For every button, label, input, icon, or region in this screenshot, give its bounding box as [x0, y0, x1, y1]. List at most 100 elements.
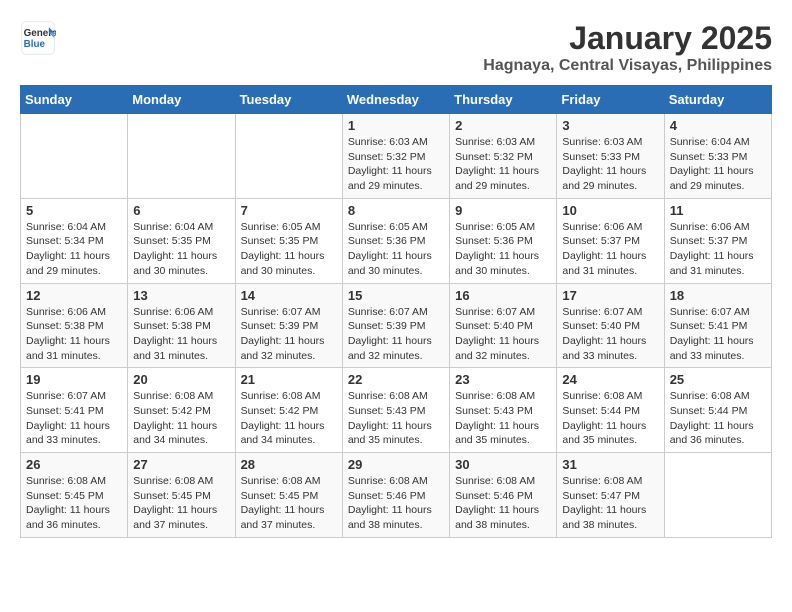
- day-number: 1: [348, 118, 444, 133]
- calendar-cell: 25Sunrise: 6:08 AMSunset: 5:44 PMDayligh…: [664, 368, 771, 453]
- day-info: Sunrise: 6:08 AMSunset: 5:47 PMDaylight:…: [562, 474, 658, 533]
- day-number: 11: [670, 203, 766, 218]
- day-info: Sunrise: 6:08 AMSunset: 5:45 PMDaylight:…: [241, 474, 337, 533]
- day-info: Sunrise: 6:03 AMSunset: 5:32 PMDaylight:…: [455, 135, 551, 194]
- calendar-cell: 2Sunrise: 6:03 AMSunset: 5:32 PMDaylight…: [450, 114, 557, 199]
- weekday-header-saturday: Saturday: [664, 86, 771, 114]
- day-info: Sunrise: 6:08 AMSunset: 5:43 PMDaylight:…: [348, 389, 444, 448]
- day-info: Sunrise: 6:08 AMSunset: 5:46 PMDaylight:…: [455, 474, 551, 533]
- day-number: 20: [133, 372, 229, 387]
- svg-text:Blue: Blue: [24, 39, 46, 50]
- day-number: 23: [455, 372, 551, 387]
- calendar-cell: 31Sunrise: 6:08 AMSunset: 5:47 PMDayligh…: [557, 453, 664, 538]
- calendar-cell: 23 Sunrise: 6:08 AMSunset: 5:43 PMDayligh…: [450, 368, 557, 453]
- calendar-table: SundayMondayTuesdayWednesdayThursdayFrid…: [20, 85, 772, 538]
- week-row-5: 26 Sunrise: 6:08 AMSunset: 5:45 PMDayligh…: [21, 453, 772, 538]
- day-number: 30: [455, 457, 551, 472]
- calendar-cell: 6 Sunrise: 6:04 AMSunset: 5:35 PMDaylight…: [128, 198, 235, 283]
- page-header: General Blue January 2025 Hagnaya, Centr…: [20, 20, 772, 75]
- calendar-cell: [21, 114, 128, 199]
- day-info: Sunrise: 6:08 AMSunset: 5:42 PMDaylight:…: [133, 389, 229, 448]
- calendar-cell: 24Sunrise: 6:08 AMSunset: 5:44 PMDayligh…: [557, 368, 664, 453]
- calendar-cell: 21Sunrise: 6:08 AMSunset: 5:42 PMDayligh…: [235, 368, 342, 453]
- day-info: Sunrise: 6:06 AMSunset: 5:38 PMDaylight:…: [26, 305, 122, 364]
- calendar-cell: [128, 114, 235, 199]
- day-number: 5: [26, 203, 122, 218]
- subtitle: Hagnaya, Central Visayas, Philippines: [483, 57, 772, 75]
- calendar-cell: 29 Sunrise: 6:08 AMSunset: 5:46 PMDayligh…: [342, 453, 449, 538]
- day-number: 10: [562, 203, 658, 218]
- calendar-cell: 10Sunrise: 6:06 AMSunset: 5:37 PMDayligh…: [557, 198, 664, 283]
- day-number: 3: [562, 118, 658, 133]
- day-info: Sunrise: 6:07 AMSunset: 5:39 PMDaylight:…: [348, 305, 444, 364]
- weekday-header-friday: Friday: [557, 86, 664, 114]
- calendar-cell: 1 Sunrise: 6:03 AMSunset: 5:32 PMDaylight…: [342, 114, 449, 199]
- weekday-header-tuesday: Tuesday: [235, 86, 342, 114]
- day-number: 19: [26, 372, 122, 387]
- calendar-cell: 14 Sunrise: 6:07 AMSunset: 5:39 PMDayligh…: [235, 283, 342, 368]
- day-info: Sunrise: 6:08 AMSunset: 5:45 PMDaylight:…: [133, 474, 229, 533]
- weekday-header-sunday: Sunday: [21, 86, 128, 114]
- week-row-4: 19 Sunrise: 6:07 AMSunset: 5:41 PMDayligh…: [21, 368, 772, 453]
- day-number: 15: [348, 288, 444, 303]
- logo: General Blue: [20, 20, 56, 56]
- day-number: 26: [26, 457, 122, 472]
- calendar-cell: 3 Sunrise: 6:03 AMSunset: 5:33 PMDaylight…: [557, 114, 664, 199]
- day-number: 16: [455, 288, 551, 303]
- day-info: Sunrise: 6:07 AMSunset: 5:40 PMDaylight:…: [455, 305, 551, 364]
- day-info: Sunrise: 6:07 AMSunset: 5:40 PMDaylight:…: [562, 305, 658, 364]
- day-info: Sunrise: 6:04 AMSunset: 5:35 PMDaylight:…: [133, 220, 229, 279]
- day-number: 28: [241, 457, 337, 472]
- week-row-1: 1 Sunrise: 6:03 AMSunset: 5:32 PMDaylight…: [21, 114, 772, 199]
- calendar-cell: 16 Sunrise: 6:07 AMSunset: 5:40 PMDayligh…: [450, 283, 557, 368]
- day-info: Sunrise: 6:08 AMSunset: 5:43 PMDaylight:…: [455, 389, 551, 448]
- day-number: 29: [348, 457, 444, 472]
- day-number: 22: [348, 372, 444, 387]
- day-number: 24: [562, 372, 658, 387]
- week-row-2: 5 Sunrise: 6:04 AMSunset: 5:34 PMDaylight…: [21, 198, 772, 283]
- weekday-header-thursday: Thursday: [450, 86, 557, 114]
- day-number: 8: [348, 203, 444, 218]
- calendar-cell: 7 Sunrise: 6:05 AMSunset: 5:35 PMDaylight…: [235, 198, 342, 283]
- calendar-cell: 22 Sunrise: 6:08 AMSunset: 5:43 PMDayligh…: [342, 368, 449, 453]
- day-number: 27: [133, 457, 229, 472]
- day-info: Sunrise: 6:05 AMSunset: 5:36 PMDaylight:…: [348, 220, 444, 279]
- weekday-header-wednesday: Wednesday: [342, 86, 449, 114]
- calendar-cell: 15 Sunrise: 6:07 AMSunset: 5:39 PMDayligh…: [342, 283, 449, 368]
- day-number: 7: [241, 203, 337, 218]
- day-number: 13: [133, 288, 229, 303]
- week-row-3: 12 Sunrise: 6:06 AMSunset: 5:38 PMDayligh…: [21, 283, 772, 368]
- calendar-cell: 20 Sunrise: 6:08 AMSunset: 5:42 PMDayligh…: [128, 368, 235, 453]
- day-info: Sunrise: 6:04 AMSunset: 5:34 PMDaylight:…: [26, 220, 122, 279]
- calendar-cell: 17 Sunrise: 6:07 AMSunset: 5:40 PMDayligh…: [557, 283, 664, 368]
- calendar-cell: 11 Sunrise: 6:06 AMSunset: 5:37 PMDayligh…: [664, 198, 771, 283]
- calendar-cell: [664, 453, 771, 538]
- day-info: Sunrise: 6:06 AMSunset: 5:37 PMDaylight:…: [670, 220, 766, 279]
- day-number: 4: [670, 118, 766, 133]
- day-number: 12: [26, 288, 122, 303]
- calendar-cell: 27 Sunrise: 6:08 AMSunset: 5:45 PMDayligh…: [128, 453, 235, 538]
- day-info: Sunrise: 6:07 AMSunset: 5:41 PMDaylight:…: [26, 389, 122, 448]
- calendar-cell: 12 Sunrise: 6:06 AMSunset: 5:38 PMDayligh…: [21, 283, 128, 368]
- calendar-cell: 8 Sunrise: 6:05 AMSunset: 5:36 PMDaylight…: [342, 198, 449, 283]
- calendar-cell: 30 Sunrise: 6:08 AMSunset: 5:46 PMDayligh…: [450, 453, 557, 538]
- day-number: 6: [133, 203, 229, 218]
- calendar-cell: 5 Sunrise: 6:04 AMSunset: 5:34 PMDaylight…: [21, 198, 128, 283]
- day-number: 17: [562, 288, 658, 303]
- day-info: Sunrise: 6:07 AMSunset: 5:39 PMDaylight:…: [241, 305, 337, 364]
- day-info: Sunrise: 6:08 AMSunset: 5:46 PMDaylight:…: [348, 474, 444, 533]
- day-info: Sunrise: 6:03 AMSunset: 5:33 PMDaylight:…: [562, 135, 658, 194]
- calendar-cell: [235, 114, 342, 199]
- calendar-cell: 18Sunrise: 6:07 AMSunset: 5:41 PMDayligh…: [664, 283, 771, 368]
- day-info: Sunrise: 6:08 AMSunset: 5:44 PMDaylight:…: [670, 389, 766, 448]
- calendar-cell: 9Sunrise: 6:05 AMSunset: 5:36 PMDaylight…: [450, 198, 557, 283]
- calendar-cell: 28 Sunrise: 6:08 AMSunset: 5:45 PMDayligh…: [235, 453, 342, 538]
- day-info: Sunrise: 6:03 AMSunset: 5:32 PMDaylight:…: [348, 135, 444, 194]
- weekday-header-monday: Monday: [128, 86, 235, 114]
- calendar-cell: 4Sunrise: 6:04 AMSunset: 5:33 PMDaylight…: [664, 114, 771, 199]
- day-info: Sunrise: 6:06 AMSunset: 5:38 PMDaylight:…: [133, 305, 229, 364]
- title-block: January 2025 Hagnaya, Central Visayas, P…: [483, 20, 772, 75]
- day-number: 9: [455, 203, 551, 218]
- day-number: 14: [241, 288, 337, 303]
- day-info: Sunrise: 6:05 AMSunset: 5:35 PMDaylight:…: [241, 220, 337, 279]
